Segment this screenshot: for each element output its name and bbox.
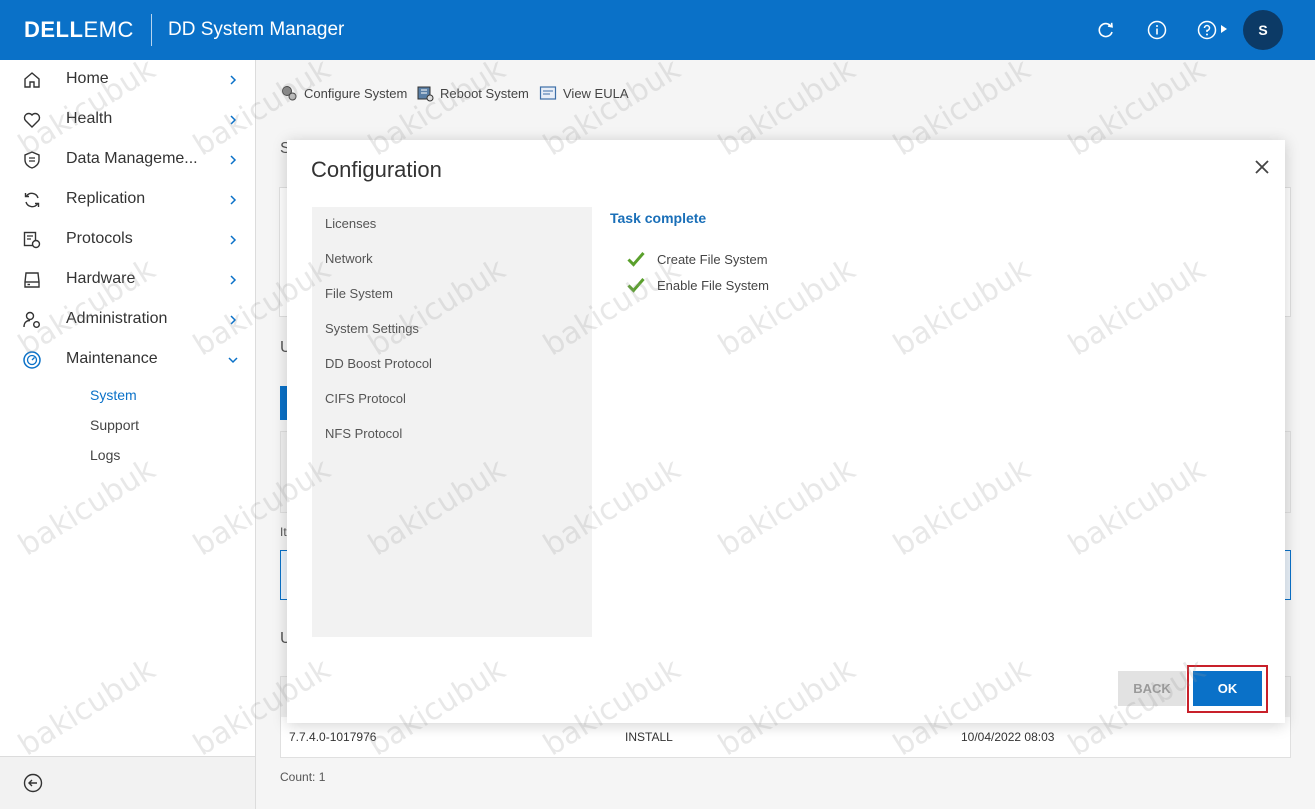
eula-icon [539,86,557,100]
chevron-right-icon [230,115,237,125]
help-icon[interactable] [1195,18,1219,42]
history-date-cell: 10/04/2022 08:03 [961,730,1055,744]
sidebar-item-home[interactable]: Home [0,60,255,100]
dialog-title: Configuration [311,157,442,182]
heart-icon [23,112,41,128]
configure-system-button[interactable]: Configure System [280,84,407,102]
help-caret-icon[interactable] [1221,25,1227,33]
maintenance-icon [23,351,41,369]
close-icon[interactable] [1253,158,1271,176]
task-item: Enable File System [627,277,769,293]
chevron-right-icon [230,155,237,165]
chevron-right-icon [230,75,237,85]
user-avatar[interactable]: S [1243,10,1283,50]
app-title: DD System Manager [168,19,345,40]
sidebar-subitem-support[interactable]: Support [90,417,139,433]
header-divider [151,14,152,46]
back-button[interactable]: BACK [1118,671,1186,706]
wizard-step[interactable]: File System [325,286,393,301]
drive-icon [24,272,40,288]
chevron-right-icon [230,195,237,205]
reboot-system-button[interactable]: Reboot System [416,84,529,102]
sidebar-item-hardware[interactable]: Hardware [0,260,255,300]
sidebar-nav: Home Health Data Manageme... Replication… [0,60,256,809]
checkmark-icon [627,278,645,293]
table-count: Count: 1 [280,770,326,784]
history-version-cell: 7.7.4.0-1017976 [289,730,377,744]
protocols-icon [23,231,41,249]
sidebar-item-replication[interactable]: Replication [0,180,255,220]
refresh-icon[interactable] [1094,18,1118,42]
reboot-icon [417,86,434,102]
wizard-steps: Licenses Network File System System Sett… [312,207,592,637]
sidebar-item-maintenance[interactable]: Maintenance [0,340,255,380]
checkmark-icon [627,252,645,267]
collapse-sidebar-icon[interactable] [22,772,44,794]
view-eula-button[interactable]: View EULA [539,84,629,102]
chevron-down-icon [228,357,238,364]
wizard-step[interactable]: NFS Protocol [325,426,402,441]
task-item: Create File System [627,251,768,267]
wizard-step[interactable]: CIFS Protocol [325,391,406,406]
shield-icon [24,151,40,169]
sidebar-item-protocols[interactable]: Protocols [0,220,255,260]
ok-button[interactable]: OK [1193,671,1262,706]
wizard-step[interactable]: System Settings [325,321,419,336]
chevron-right-icon [230,235,237,245]
configure-icon [282,86,297,101]
sync-icon [24,192,40,208]
info-icon[interactable] [1145,18,1169,42]
chevron-right-icon [230,315,237,325]
sidebar-item-health[interactable]: Health [0,100,255,140]
sidebar-subitem-logs[interactable]: Logs [90,447,120,463]
sidebar-item-administration[interactable]: Administration [0,300,255,340]
configuration-dialog: Configuration Licenses Network File Syst… [287,140,1285,723]
sidebar-subitem-system[interactable]: System [90,387,137,403]
wizard-step[interactable]: Network [325,251,373,266]
sidebar-footer [0,756,255,809]
home-icon [24,72,40,88]
app-header: DELLEMC DD System Manager S [0,0,1315,60]
sidebar-item-data-management[interactable]: Data Manageme... [0,140,255,180]
task-status-title: Task complete [610,210,707,226]
dell-emc-logo: DELLEMC [24,17,134,42]
history-action-cell: INSTALL [625,730,673,744]
wizard-step[interactable]: DD Boost Protocol [325,356,432,371]
info-text-partial: It [280,525,287,539]
chevron-right-icon [230,275,237,285]
wizard-step[interactable]: Licenses [325,216,376,231]
admin-icon [23,311,40,328]
